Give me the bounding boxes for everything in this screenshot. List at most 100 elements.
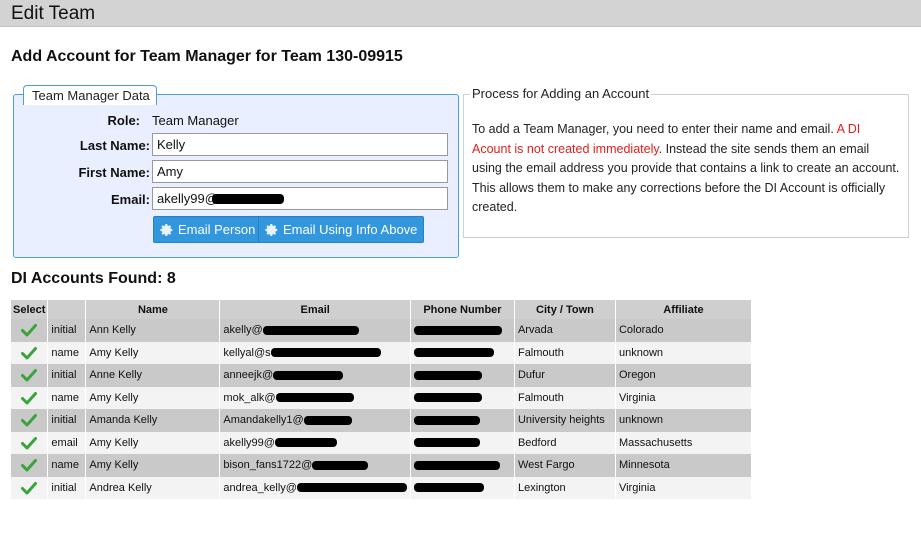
last-name-field[interactable]: [152, 133, 448, 156]
last-name-label: Last Name:: [79, 138, 150, 153]
account-email-cell: mok_alk@: [219, 386, 411, 409]
email-using-info-label: Email Using Info Above: [283, 222, 418, 237]
account-email: andrea_kelly@: [223, 481, 297, 494]
role-value: Team Manager: [152, 113, 239, 128]
account-name: Amy Kelly: [85, 386, 221, 409]
account-email-cell: kellyal@s: [219, 341, 411, 364]
redaction-mark: [413, 325, 502, 335]
email-using-info-button[interactable]: Email Using Info Above: [258, 216, 425, 243]
account-name: Amy Kelly: [85, 341, 221, 364]
account-name: Andrea Kelly: [85, 476, 221, 499]
email-label: Email:: [110, 192, 150, 207]
gear-icon: [265, 223, 278, 236]
email-person-button[interactable]: Email Person: [153, 216, 263, 243]
table-row: initial Amanda Kelly Amandakelly1@ Universi…: [11, 409, 752, 432]
account-name: Amy Kelly: [85, 431, 221, 454]
account-city: Lexington: [514, 476, 616, 499]
account-email-cell: bison_fans1722@: [219, 454, 411, 477]
select-cell[interactable]: [11, 364, 49, 387]
match-type: initial: [47, 364, 87, 387]
checkmark-icon: [21, 324, 38, 337]
table-header: Select Name Email Phone Number City / To…: [11, 300, 752, 319]
account-name: Anne Kelly: [85, 364, 221, 387]
match-type: initial: [47, 319, 87, 342]
phone-cell: [410, 409, 515, 432]
redaction-mark: [413, 415, 480, 425]
account-email-cell: Amandakelly1@: [219, 409, 411, 432]
redaction-mark: [212, 194, 284, 204]
table-row: initial Andrea Kelly andrea_kelly@ Lexingto…: [11, 476, 752, 499]
column-header: Name: [85, 300, 221, 319]
redaction-mark: [273, 370, 344, 380]
match-type: initial: [47, 476, 87, 499]
account-email-cell: anneejk@: [219, 364, 411, 387]
account-city: Falmouth: [514, 341, 616, 364]
redaction-mark: [270, 348, 381, 358]
accounts-found-heading: DI Accounts Found: 8: [11, 270, 176, 287]
checkmark-icon: [21, 436, 38, 450]
match-type: name: [47, 341, 87, 364]
redaction-mark: [413, 348, 494, 358]
account-city: University heights: [514, 409, 616, 432]
redaction-mark: [413, 393, 482, 403]
account-email-cell: akelly99@: [219, 431, 411, 454]
account-affiliate: Colorado: [615, 319, 752, 342]
page-title: Add Account for Team Manager for Team 13…: [11, 48, 403, 65]
email-person-label: Email Person: [178, 222, 256, 237]
phone-cell: [410, 319, 515, 342]
email-field[interactable]: [152, 187, 448, 210]
redaction-mark: [413, 483, 484, 493]
select-cell[interactable]: [11, 341, 49, 364]
select-cell[interactable]: [11, 454, 49, 477]
table-row: initial Anne Kelly anneejk@ Dufur Oregon: [11, 364, 752, 387]
team-manager-legend: Team Manager Data: [23, 85, 157, 105]
column-header: Phone Number: [410, 300, 515, 319]
phone-cell: [410, 341, 515, 364]
account-city: Falmouth: [514, 386, 616, 409]
account-email: bison_fans1722@: [223, 459, 313, 472]
phone-cell: [410, 476, 515, 499]
process-legend: Process for Adding an Account: [470, 86, 652, 101]
redaction-mark: [296, 483, 407, 493]
account-name: Ann Kelly: [85, 319, 221, 342]
column-header: Select: [11, 300, 49, 319]
account-email: mok_alk@: [223, 391, 276, 404]
checkmark-icon: [21, 414, 38, 427]
account-email: Amandakelly1@: [223, 414, 304, 427]
account-city: Dufur: [514, 364, 616, 387]
process-description: To add a Team Manager, you need to enter…: [472, 120, 900, 218]
account-email-cell: akelly@: [219, 319, 411, 342]
redaction-mark: [312, 460, 369, 470]
first-name-field[interactable]: [152, 160, 448, 183]
select-cell[interactable]: [11, 409, 49, 432]
redaction-mark: [413, 370, 482, 380]
account-email: anneejk@: [223, 369, 274, 382]
account-affiliate: Virginia: [615, 386, 752, 409]
checkmark-icon: [21, 346, 38, 360]
phone-cell: [410, 364, 515, 387]
checkmark-icon: [21, 459, 38, 472]
account-affiliate: Minnesota: [615, 454, 752, 477]
match-type: initial: [47, 409, 87, 432]
table-row: initial Ann Kelly akelly@ Arvada Colorado: [11, 319, 752, 342]
phone-cell: [410, 431, 515, 454]
accounts-table: Select Name Email Phone Number City / To…: [11, 300, 752, 499]
redaction-mark: [262, 325, 359, 335]
window-title: Edit Team: [11, 3, 96, 24]
title-bar: Edit Team: [0, 0, 921, 27]
account-email: akelly@: [223, 324, 263, 337]
account-affiliate: unknown: [615, 341, 752, 364]
phone-cell: [410, 386, 515, 409]
process-text-start: To add a Team Manager, you need to enter…: [472, 122, 837, 136]
select-cell[interactable]: [11, 319, 49, 342]
table-row: email Amy Kelly akelly99@ Bedford Massachuse…: [11, 431, 752, 454]
column-header: [47, 300, 87, 319]
redaction-mark: [303, 415, 352, 425]
select-cell[interactable]: [11, 476, 49, 499]
select-cell[interactable]: [11, 386, 49, 409]
select-cell[interactable]: [11, 431, 49, 454]
redaction-mark: [274, 438, 337, 448]
match-type: name: [47, 386, 87, 409]
gear-icon: [160, 223, 173, 236]
match-type: email: [47, 431, 87, 454]
